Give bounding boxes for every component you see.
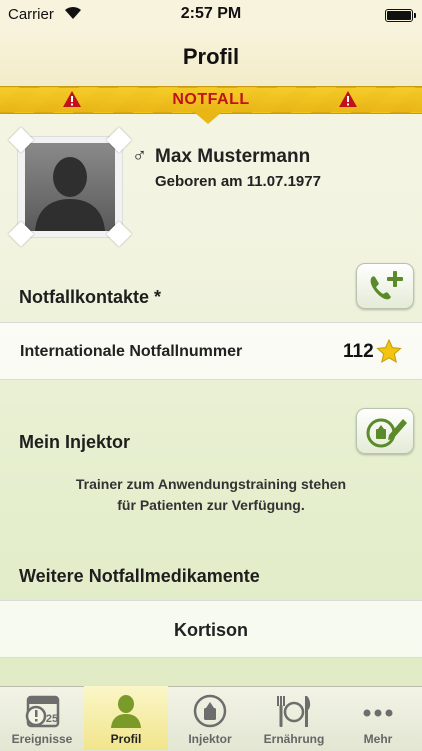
- warning-icon: [339, 91, 357, 107]
- injector-icon: [193, 694, 227, 728]
- tab-profil[interactable]: Profil: [84, 686, 168, 750]
- calendar-icon: 25: [25, 695, 60, 728]
- tab-label: Profil: [110, 732, 142, 746]
- injector-info-line: für Patienten zur Verfügung.: [117, 497, 305, 513]
- avatar-placeholder-icon: [25, 143, 115, 231]
- tab-mehr[interactable]: Mehr: [336, 686, 420, 750]
- section-heading-medications: Weitere Notfallmedikamente: [19, 566, 260, 586]
- tab-ereignisse[interactable]: 25 Ereignisse: [0, 686, 84, 750]
- edit-injector-icon: [366, 418, 407, 448]
- add-contact-button[interactable]: [356, 263, 414, 309]
- contact-row-number: 112: [343, 341, 374, 362]
- status-time: 2:57 PM: [180, 5, 242, 22]
- gender-male-icon: ♂: [132, 145, 147, 167]
- section-heading-contacts: Notfallkontakte *: [19, 287, 162, 307]
- star-icon: [376, 339, 402, 364]
- profile-name[interactable]: Max Mustermann: [155, 146, 310, 168]
- calendar-badge: 25: [46, 713, 58, 725]
- add-phone-icon: [370, 271, 403, 300]
- contact-row-label: Internationale Notfallnummer: [20, 343, 243, 360]
- more-icon: [363, 709, 393, 717]
- tab-label: Mehr: [363, 732, 393, 746]
- emergency-banner-pointer: [194, 112, 222, 124]
- profile-birthdate: Geboren am 11.07.1977: [155, 173, 321, 190]
- tab-label: Injektor: [188, 732, 232, 746]
- emergency-banner-label: NOTFALL: [172, 91, 250, 108]
- injector-info-line: Trainer zum Anwendungstraining stehen: [75, 476, 347, 492]
- tab-injektor[interactable]: Injektor: [168, 686, 252, 750]
- edit-injector-button[interactable]: [356, 408, 414, 454]
- person-icon: [111, 695, 141, 728]
- page-title: Profil: [182, 44, 240, 69]
- tab-label: Ernährung: [263, 732, 325, 746]
- section-heading-injector: Mein Injektor: [19, 432, 131, 452]
- tab-label: Ereignisse: [11, 732, 73, 746]
- medication-label: Kortison: [174, 620, 248, 640]
- tab-ernaehrung[interactable]: Ernährung: [252, 686, 336, 750]
- fork-plate-knife-icon: [277, 696, 311, 727]
- injector-info-text: Trainer zum Anwendungstraining stehen fü…: [40, 474, 382, 516]
- profile-photo[interactable]: [8, 127, 132, 247]
- battery-icon: [385, 9, 416, 22]
